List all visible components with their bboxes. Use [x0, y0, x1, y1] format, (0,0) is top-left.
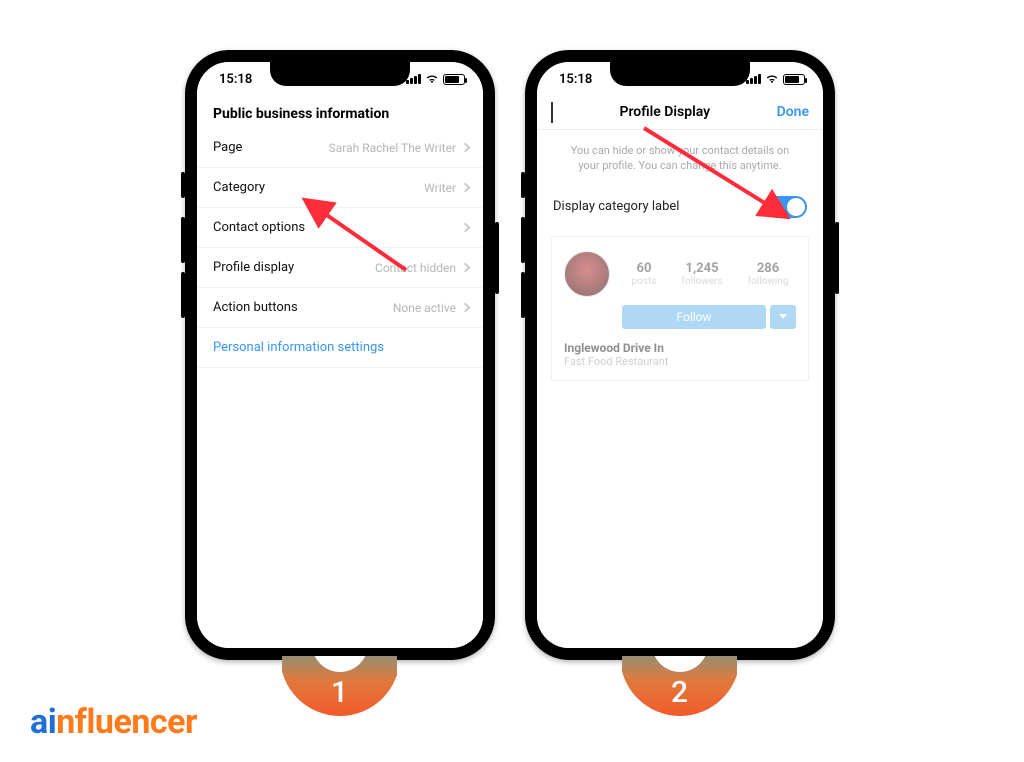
stat-label: followers [681, 276, 722, 287]
step-number: 1 [282, 675, 397, 710]
row-label: Contact options [213, 220, 305, 235]
battery-icon [783, 74, 805, 85]
logo-a: a [30, 702, 48, 742]
row-value: Writer [424, 181, 456, 195]
follow-bar: Follow [622, 305, 796, 329]
profile-stats: 60 posts 1,245 followers 286 following [624, 261, 796, 287]
logo-rest: nfluencer [56, 702, 197, 742]
business-name: Inglewood Drive In [564, 341, 796, 355]
stat-following: 286 following [748, 261, 789, 287]
hint-text: You can hide or show your contact detail… [537, 130, 823, 190]
phone-side-button [521, 272, 525, 318]
row-value: Contact hidden [375, 261, 456, 275]
toggle-knob [787, 198, 805, 216]
status-indicators [746, 74, 805, 85]
stat-followers: 1,245 followers [681, 261, 722, 287]
chevron-right-icon [461, 183, 471, 193]
wifi-icon [425, 74, 439, 84]
phone-side-button [521, 172, 525, 198]
row-category[interactable]: Category Writer [197, 168, 483, 208]
phone-mock-2: 15:18 Profile Display Done You can hide … [525, 50, 835, 660]
status-time: 15:18 [219, 72, 252, 87]
toggle-label: Display category label [553, 199, 679, 214]
phone-mock-1: 15:18 Public business information Page S… [185, 50, 495, 660]
step-number: 2 [622, 675, 737, 710]
row-value: None active [393, 301, 456, 315]
phone-side-button [181, 172, 185, 198]
stat-number: 286 [748, 261, 789, 276]
chevron-right-icon [461, 263, 471, 273]
row-action-buttons[interactable]: Action buttons None active [197, 288, 483, 328]
section-title: Public business information [197, 96, 483, 128]
display-category-toggle[interactable] [767, 196, 807, 218]
row-value: Sarah Rachel The Writer [329, 141, 456, 155]
ainfluencer-logo: ainfluencer [30, 702, 197, 742]
phone-notch [610, 62, 750, 86]
phone-side-button [181, 272, 185, 318]
nav-title: Profile Display [619, 104, 710, 120]
tutorial-stage: 15:18 Public business information Page S… [0, 0, 1024, 762]
caret-down-icon [779, 314, 787, 319]
back-button[interactable] [551, 102, 553, 121]
row-label: Action buttons [213, 300, 298, 315]
follow-dropdown-button[interactable] [770, 305, 796, 329]
logo-i: i [48, 702, 57, 742]
phone-side-button [835, 222, 839, 294]
follow-button[interactable]: Follow [622, 305, 766, 329]
stat-label: following [748, 276, 789, 287]
stat-label: posts [632, 276, 657, 287]
chevron-right-icon [461, 223, 471, 233]
row-contact-options[interactable]: Contact options [197, 208, 483, 248]
row-page[interactable]: Page Sarah Rachel The Writer [197, 128, 483, 168]
wifi-icon [765, 74, 779, 84]
status-time: 15:18 [559, 72, 592, 87]
phone-notch [270, 62, 410, 86]
stat-posts: 60 posts [632, 261, 657, 287]
step-badge-2: 2 [622, 656, 737, 716]
status-indicators [406, 74, 465, 85]
row-label: Page [213, 140, 242, 155]
stat-number: 1,245 [681, 261, 722, 276]
business-category: Fast Food Restaurant [564, 355, 796, 368]
phone-side-button [495, 222, 499, 294]
row-profile-display[interactable]: Profile display Contact hidden [197, 248, 483, 288]
navbar: Profile Display Done [537, 96, 823, 130]
chevron-right-icon [461, 143, 471, 153]
row-label: Category [213, 180, 265, 195]
phone-screen-2: 15:18 Profile Display Done You can hide … [537, 62, 823, 648]
step-badge-1: 1 [282, 656, 397, 716]
phone-side-button [521, 217, 525, 263]
row-label: Profile display [213, 260, 294, 275]
done-button[interactable]: Done [777, 104, 809, 120]
stat-number: 60 [632, 261, 657, 276]
toggle-row-display-category: Display category label [537, 190, 823, 236]
chevron-right-icon [461, 303, 471, 313]
phone-screen-1: 15:18 Public business information Page S… [197, 62, 483, 648]
profile-preview-card: 60 posts 1,245 followers 286 following [551, 236, 809, 381]
battery-icon [443, 74, 465, 85]
chevron-left-icon [551, 102, 553, 123]
phone-side-button [181, 217, 185, 263]
personal-info-settings-link[interactable]: Personal information settings [197, 328, 483, 368]
avatar [564, 251, 610, 297]
